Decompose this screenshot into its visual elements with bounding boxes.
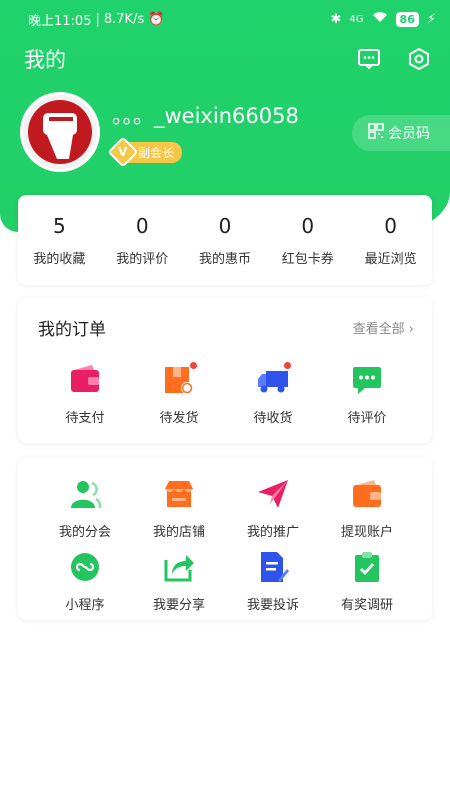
stat-value: 0 (218, 213, 232, 238)
stat-favorites[interactable]: 5 我的收藏 (18, 195, 101, 285)
paper-plane-icon (256, 477, 290, 511)
service-label: 我的分会 (58, 525, 111, 540)
username: 。。。_weixin66058 (112, 104, 299, 128)
service-label: 小程序 (65, 598, 105, 613)
stat-label: 红包卡券 (281, 251, 334, 267)
stat-coupons[interactable]: 0 红包卡券 (266, 195, 349, 285)
comment-icon (350, 363, 384, 397)
order-pending-shipment[interactable]: 待发货 (132, 361, 226, 426)
avatar[interactable] (20, 92, 100, 172)
service-label: 我要分享 (152, 598, 205, 613)
battery-indicator: 86 (395, 11, 419, 27)
settings-icon[interactable] (406, 46, 432, 72)
shipping-box-icon (162, 361, 198, 397)
service-complaint[interactable]: 我要投诉 (226, 550, 320, 613)
signal-icon: 4G (349, 13, 364, 25)
order-pending-payment[interactable]: 待支付 (38, 363, 132, 426)
stat-label: 我的惠币 (198, 251, 251, 267)
wifi-icon (372, 11, 388, 27)
stat-value: 0 (301, 213, 315, 238)
service-label: 我的店铺 (152, 525, 205, 540)
service-label: 我要投诉 (246, 598, 299, 613)
status-speed: 8.7K/s (103, 11, 145, 27)
service-label: 有奖调研 (340, 598, 393, 613)
order-status-label: 待发货 (159, 411, 199, 426)
stat-value: 0 (135, 213, 149, 238)
member-level-badge: V 副会长 (107, 136, 183, 168)
stat-label: 我的评价 (116, 251, 169, 267)
service-withdraw-account[interactable]: 提现账户 (320, 477, 414, 540)
stat-label: 我的收藏 (33, 251, 86, 267)
stat-coins[interactable]: 0 我的惠币 (184, 195, 267, 285)
order-status-label: 待收货 (253, 411, 293, 426)
page-title: 我的 (24, 48, 66, 72)
order-pending-review[interactable]: 待评价 (320, 363, 414, 426)
service-my-branch[interactable]: 我的分会 (38, 477, 132, 540)
service-my-promotion[interactable]: 我的推广 (226, 477, 320, 540)
status-bar: 晚上11:05 | 8.7K/s ⏰ ✱ 4G 86 ⚡ (28, 11, 436, 29)
status-time: 晚上11:05 (28, 13, 92, 29)
service-my-store[interactable]: 我的店铺 (132, 477, 226, 540)
services-card: 我的分会 我的店铺 我的推广 提现账户 小程序 我要分享 我要投诉 有奖调研 (18, 457, 432, 620)
notification-dot (189, 361, 198, 370)
stat-reviews[interactable]: 0 我的评价 (101, 195, 184, 285)
order-status-label: 待支付 (65, 411, 105, 426)
order-pending-receipt[interactable]: 待收货 (226, 361, 320, 426)
store-icon (162, 477, 196, 511)
order-status-label: 待评价 (347, 411, 387, 426)
delivery-truck-icon (256, 361, 292, 397)
orders-card: 我的订单 查看全部 › 待支付 待发货 待收货 待评价 (18, 297, 432, 443)
wallet-icon (68, 363, 102, 397)
message-icon[interactable] (356, 46, 382, 72)
service-share[interactable]: 我要分享 (132, 550, 226, 613)
stat-value: 5 (53, 213, 66, 238)
member-code-label: 会员码 (388, 126, 430, 142)
wallet-icon (350, 477, 384, 511)
service-label: 提现账户 (340, 525, 393, 540)
service-label: 我的推广 (246, 525, 299, 540)
header-bar: 我的 (24, 44, 432, 74)
complaint-icon (256, 550, 290, 584)
stat-recent[interactable]: 0 最近浏览 (349, 195, 432, 285)
share-icon (162, 550, 196, 584)
stats-card: 5 我的收藏 0 我的评价 0 我的惠币 0 红包卡券 0 最近浏览 (18, 195, 432, 285)
service-mini-program[interactable]: 小程序 (38, 550, 132, 613)
bluetooth-icon: ✱ (330, 11, 342, 27)
notification-dot (283, 361, 292, 370)
stat-value: 0 (384, 213, 397, 238)
alarm-icon: ⏰ (148, 11, 165, 27)
users-icon (68, 477, 102, 511)
member-code-button[interactable]: 会员码 (352, 115, 450, 151)
stat-label: 最近浏览 (364, 251, 417, 267)
view-all-orders-link[interactable]: 查看全部 › (353, 318, 414, 337)
charging-icon: ⚡ (426, 11, 436, 27)
orders-title: 我的订单 (38, 320, 106, 340)
mini-program-icon (68, 550, 102, 584)
service-survey[interactable]: 有奖调研 (320, 550, 414, 613)
survey-icon (350, 550, 384, 584)
qr-code-icon (368, 123, 384, 143)
